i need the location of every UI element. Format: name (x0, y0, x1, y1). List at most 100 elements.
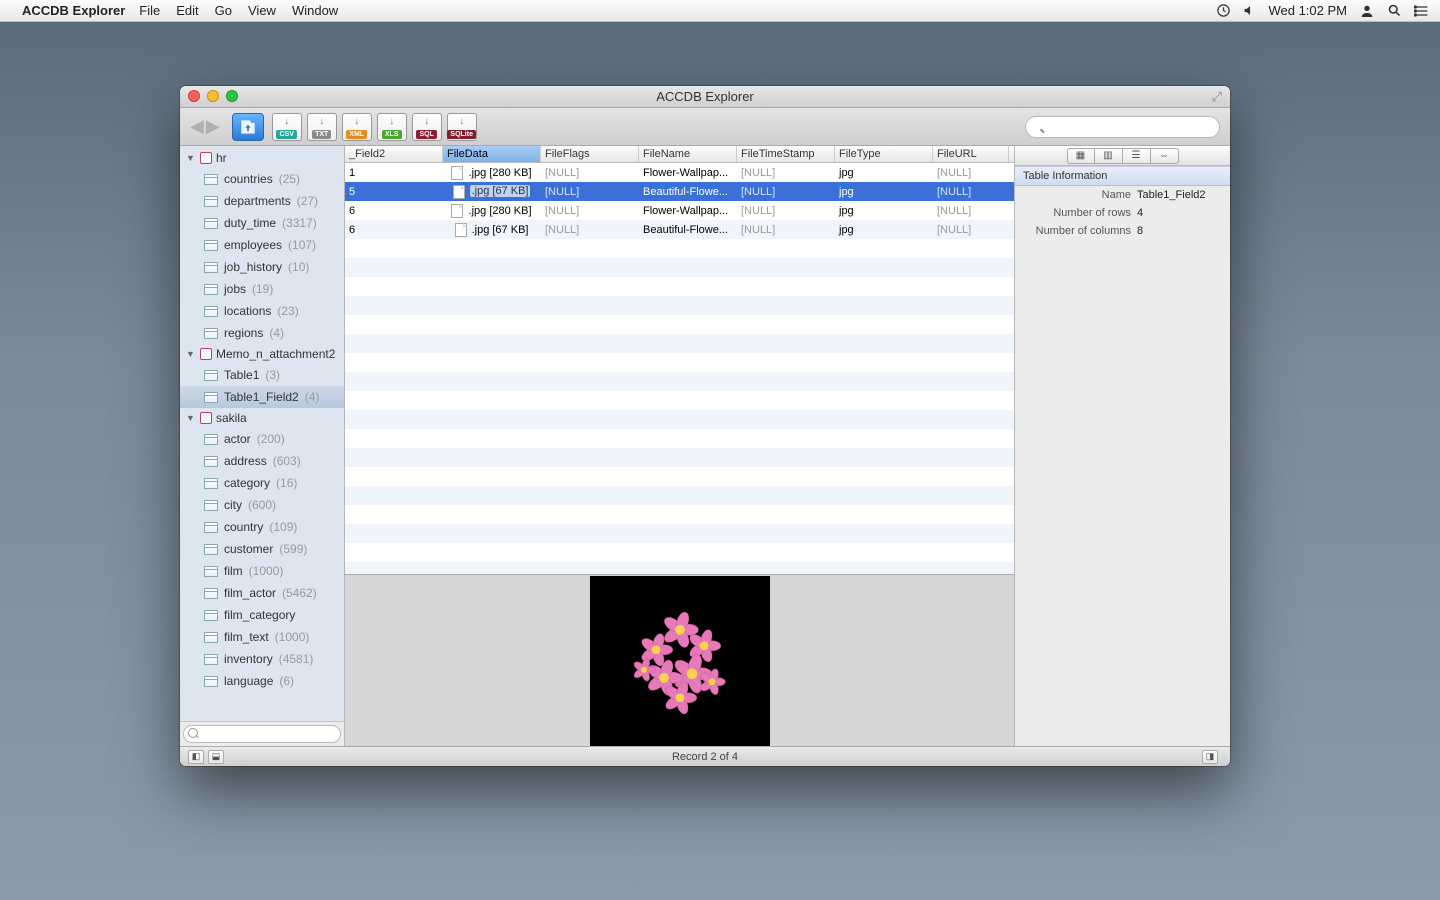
table-label: category (224, 476, 270, 490)
disclosure-icon[interactable]: ▼ (186, 349, 196, 359)
table-label: inventory (224, 652, 273, 666)
view-list-icon[interactable]: ☰ (1123, 148, 1151, 164)
sidebar-table-category[interactable]: category (16) (180, 472, 344, 494)
sidebar-table-address[interactable]: address (603) (180, 450, 344, 472)
system-menubar: ACCDB Explorer File Edit Go View Window … (0, 0, 1440, 22)
db-label: hr (216, 151, 227, 165)
footer-left-toggle[interactable]: ◧ (188, 750, 204, 764)
export-xls-button[interactable]: ↓XLS (377, 113, 407, 141)
sidebar-table-locations[interactable]: locations (23) (180, 300, 344, 322)
sidebar-table-job_history[interactable]: job_history (10) (180, 256, 344, 278)
db-Memo_n_attachment2[interactable]: ▼Memo_n_attachment2 (180, 344, 344, 364)
column-header-_Field2[interactable]: _Field2 (345, 146, 443, 162)
sidebar-table-departments[interactable]: departments (27) (180, 190, 344, 212)
notifications-icon[interactable] (1414, 4, 1430, 18)
cell: Flower-Wallpap... (639, 205, 737, 217)
clock[interactable]: Wed 1:02 PM (1268, 3, 1347, 18)
export-xml-button[interactable]: ↓XML (342, 113, 372, 141)
column-header-FileFlags[interactable]: FileFlags (541, 146, 639, 162)
sidebar[interactable]: ▼ hr countries (25)departments (27)duty_ti… (180, 146, 345, 746)
column-header-FileURL[interactable]: FileURL (933, 146, 1009, 162)
view-columns-icon[interactable]: ▥ (1095, 148, 1123, 164)
close-button[interactable] (188, 90, 200, 102)
db-sakila[interactable]: ▼sakila (180, 408, 344, 428)
empty-row (345, 562, 1014, 574)
sidebar-table-jobs[interactable]: jobs (19) (180, 278, 344, 300)
timemachine-icon[interactable] (1216, 3, 1231, 18)
inspector-key: Number of rows (1023, 207, 1131, 219)
sidebar-table-country[interactable]: country (109) (180, 516, 344, 538)
menu-edit[interactable]: Edit (176, 3, 198, 18)
column-header-FileData[interactable]: FileData (443, 146, 541, 162)
spotlight-icon[interactable] (1387, 3, 1402, 18)
export-txt-button[interactable]: ↓TXT (307, 113, 337, 141)
menu-window[interactable]: Window (292, 3, 338, 18)
open-db-button[interactable] (232, 113, 264, 141)
table-row[interactable]: 1 .jpg [280 KB][NULL]Flower-Wallpap...[N… (345, 163, 1014, 182)
sidebar-table-actor[interactable]: actor (200) (180, 428, 344, 450)
sidebar-table-film_category[interactable]: film_category (180, 604, 344, 626)
volume-icon[interactable] (1243, 4, 1256, 17)
cell: [NULL] (933, 167, 1009, 179)
column-header-FileName[interactable]: FileName (639, 146, 737, 162)
sidebar-table-customer[interactable]: customer (599) (180, 538, 344, 560)
sidebar-table-Table1_Field2[interactable]: Table1_Field2 (4) (180, 386, 344, 408)
menu-view[interactable]: View (248, 3, 276, 18)
window-titlebar[interactable]: ACCDB Explorer ⤢ (180, 86, 1230, 108)
footer-bottom-toggle[interactable]: ⬓ (208, 750, 224, 764)
sidebar-table-countries[interactable]: countries (25) (180, 168, 344, 190)
user-icon[interactable] (1359, 3, 1375, 19)
menu-go[interactable]: Go (215, 3, 232, 18)
data-grid[interactable]: _Field2FileDataFileFlagsFileNameFileTime… (345, 146, 1014, 574)
table-count: (603) (273, 454, 301, 468)
sidebar-search-input[interactable] (183, 725, 341, 743)
sidebar-table-film[interactable]: film (1000) (180, 560, 344, 582)
sidebar-table-inventory[interactable]: inventory (4581) (180, 648, 344, 670)
search-input[interactable] (1025, 116, 1220, 138)
disclosure-icon[interactable]: ▼ (186, 153, 196, 163)
empty-row (345, 391, 1014, 410)
empty-row (345, 353, 1014, 372)
cell: jpg (835, 167, 933, 179)
sidebar-table-city[interactable]: city (600) (180, 494, 344, 516)
nav-forward-button[interactable]: ▶ (206, 116, 220, 137)
table-label: jobs (224, 282, 246, 296)
sidebar-table-film_text[interactable]: film_text (1000) (180, 626, 344, 648)
sidebar-table-duty_time[interactable]: duty_time (3317) (180, 212, 344, 234)
minimize-button[interactable] (207, 90, 219, 102)
fullscreen-icon[interactable]: ⤢ (1212, 89, 1222, 105)
inspector-value: 8 (1137, 225, 1222, 237)
db-hr[interactable]: ▼ hr (180, 148, 344, 168)
export-sqlite-button[interactable]: ↓SQLite (447, 113, 477, 141)
sidebar-table-Table1[interactable]: Table1 (3) (180, 364, 344, 386)
menu-file[interactable]: File (139, 3, 160, 18)
column-header-FileType[interactable]: FileType (835, 146, 933, 162)
sidebar-table-language[interactable]: language (6) (180, 670, 344, 692)
export-sql-button[interactable]: ↓SQL (412, 113, 442, 141)
table-label: locations (224, 304, 271, 318)
view-expand-icon[interactable]: ⇔ (1151, 148, 1179, 164)
table-label: actor (224, 432, 251, 446)
table-icon (204, 174, 218, 185)
column-header-FileTimeStamp[interactable]: FileTimeStamp (737, 146, 835, 162)
table-row[interactable]: 6 .jpg [280 KB][NULL]Flower-Wallpap...[N… (345, 201, 1014, 220)
empty-row (345, 239, 1014, 258)
zoom-button[interactable] (226, 90, 238, 102)
view-table-icon[interactable]: ▦ (1067, 148, 1095, 164)
grid-header[interactable]: _Field2FileDataFileFlagsFileNameFileTime… (345, 146, 1014, 163)
sidebar-table-regions[interactable]: regions (4) (180, 322, 344, 344)
app-name[interactable]: ACCDB Explorer (22, 3, 125, 18)
footer-right-toggle[interactable]: ◨ (1202, 750, 1218, 764)
table-icon (204, 632, 218, 643)
disclosure-icon[interactable]: ▼ (186, 413, 196, 423)
table-row[interactable]: 5 .jpg [67 KB][NULL]Beautiful-Flowe...[N… (345, 182, 1014, 201)
empty-row (345, 543, 1014, 562)
sidebar-table-employees[interactable]: employees (107) (180, 234, 344, 256)
app-window: ACCDB Explorer ⤢ ◀ ▶ ↓CSV↓TXT↓XML↓XLS↓SQ… (180, 86, 1230, 766)
table-icon (204, 218, 218, 229)
table-row[interactable]: 6 .jpg [67 KB][NULL]Beautiful-Flowe...[N… (345, 220, 1014, 239)
sidebar-table-film_actor[interactable]: film_actor (5462) (180, 582, 344, 604)
nav-back-button[interactable]: ◀ (190, 116, 204, 137)
cell: [NULL] (933, 205, 1009, 217)
export-csv-button[interactable]: ↓CSV (272, 113, 302, 141)
